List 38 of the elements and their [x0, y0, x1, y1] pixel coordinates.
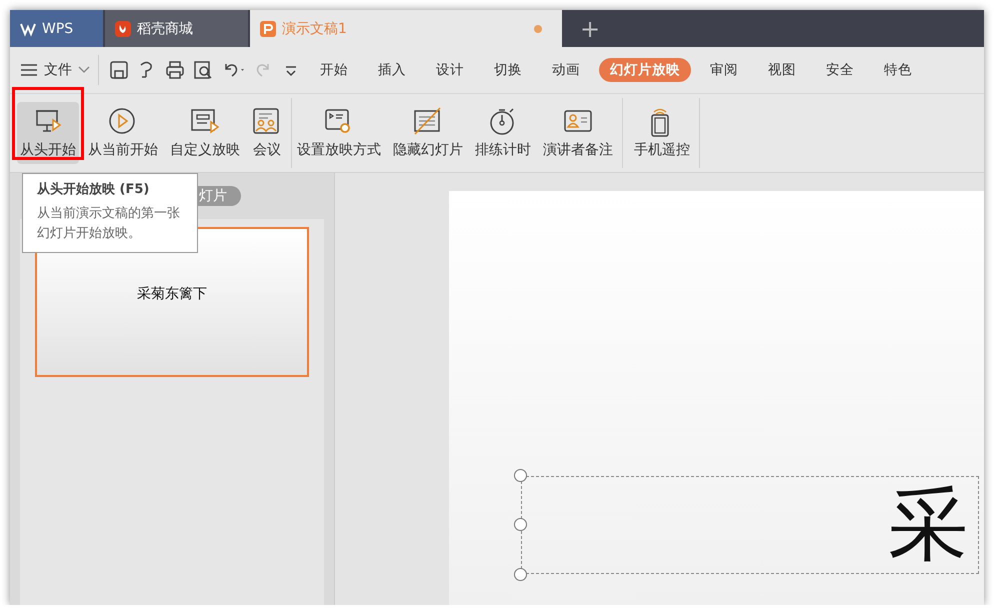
menu-tab[interactable]: 动画	[541, 58, 591, 82]
meeting-people-icon	[252, 107, 282, 137]
menu-tab[interactable]: 设计	[425, 58, 475, 82]
presentation-file-icon	[260, 20, 276, 36]
menu-tab[interactable]: 安全	[815, 58, 865, 82]
menu-tab[interactable]: 切换	[483, 58, 533, 82]
print-icon[interactable]	[165, 60, 185, 80]
ribbon-button[interactable]: 手机遥控	[631, 102, 693, 164]
document-tab[interactable]: WPS	[10, 10, 103, 47]
flame-icon	[115, 20, 131, 36]
resize-handle[interactable]	[514, 568, 527, 581]
ribbon-button[interactable]: 排练计时	[472, 102, 534, 164]
document-tab[interactable]: 稻壳商城	[105, 10, 248, 47]
menu-tab[interactable]: 特色	[873, 58, 923, 82]
ribbon-button[interactable]: 设置放映方式	[294, 102, 384, 164]
slide-title: 采	[888, 480, 968, 570]
hidden-slide-icon	[413, 107, 443, 137]
chevron-icon	[78, 66, 90, 74]
tooltip-title: 从头开始放映 (F5)	[37, 181, 150, 198]
resize-handle[interactable]	[514, 518, 527, 531]
menu-icon	[20, 63, 38, 77]
save-icon[interactable]	[109, 60, 129, 80]
file-menu-button[interactable]: 文件	[20, 61, 90, 79]
w-logo-icon	[20, 20, 36, 36]
ribbon-button[interactable]: 隐藏幻灯片	[390, 102, 466, 164]
slide-title: 采菊东篱下	[137, 285, 207, 304]
ribbon-button[interactable]: 从头开始	[17, 102, 79, 164]
menu-tab[interactable]: 视图	[757, 58, 807, 82]
ribbon-button[interactable]: 会议	[249, 102, 285, 164]
ribbon-button[interactable]: 演讲者备注	[540, 102, 616, 164]
menu-tab[interactable]: 审阅	[699, 58, 749, 82]
menu-tab[interactable]: 开始	[309, 58, 359, 82]
new-tab-button[interactable]: +	[564, 10, 616, 47]
print-preview-icon[interactable]	[193, 60, 213, 80]
ribbon-button[interactable]: 自定义放映	[167, 102, 243, 164]
resize-handle[interactable]	[514, 469, 527, 482]
ribbon-button[interactable]: 从当前开始	[85, 102, 161, 164]
menu-tab[interactable]: 插入	[367, 58, 417, 82]
